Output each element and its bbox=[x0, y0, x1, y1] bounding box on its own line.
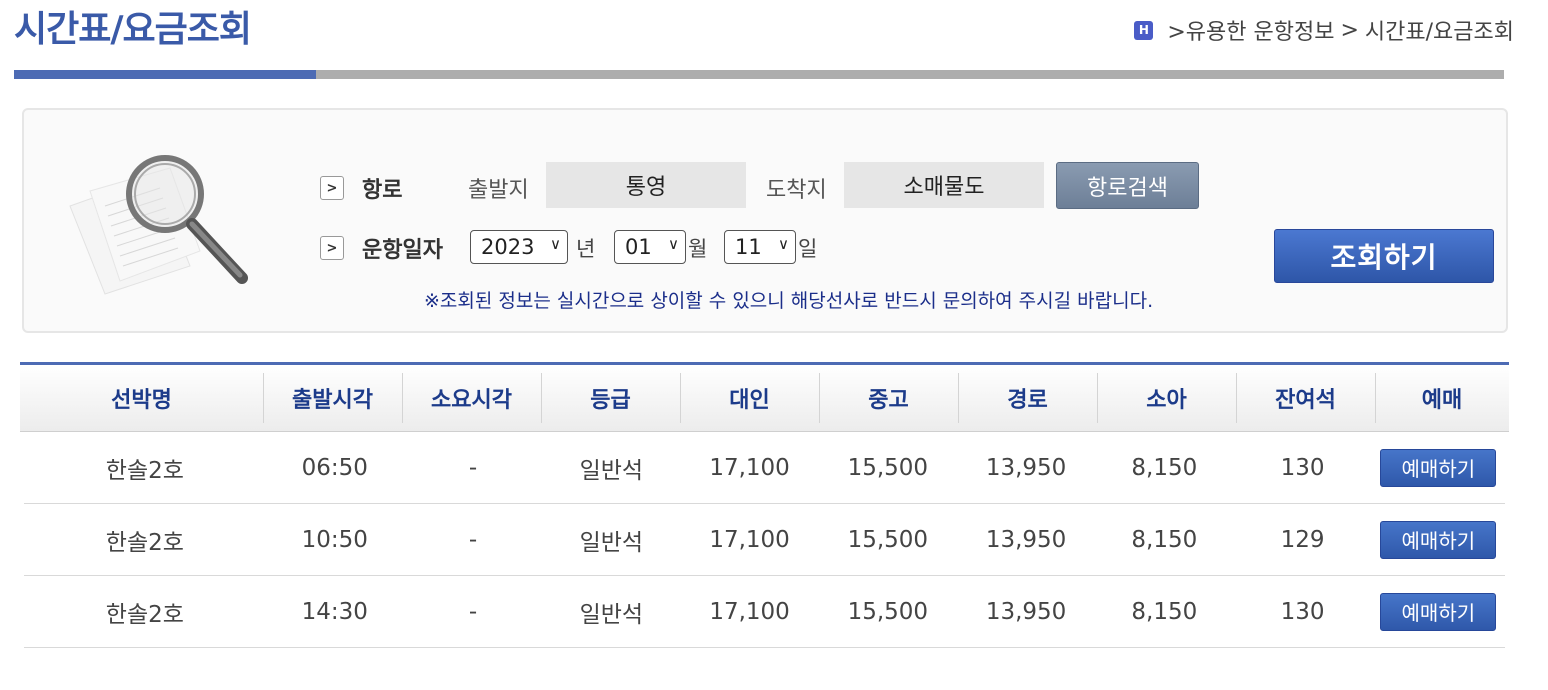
breadcrumb-item-info[interactable]: >유용한 운항정보 bbox=[1167, 14, 1334, 46]
month-select[interactable]: 01 ∨ bbox=[614, 230, 686, 264]
header-ship-name: 선박명 bbox=[111, 388, 172, 413]
date-label: 운항일자 bbox=[362, 238, 443, 263]
arrival-field[interactable]: 소매물도 bbox=[844, 162, 1044, 208]
departure-field[interactable]: 통영 bbox=[546, 162, 746, 208]
book-button[interactable]: 예매하기 bbox=[1380, 592, 1497, 631]
day-value: 11 bbox=[735, 235, 762, 259]
arrival-label: 도착지 bbox=[766, 178, 827, 203]
departure-label: 출발지 bbox=[468, 178, 529, 203]
cell-booking: 예매하기 bbox=[1372, 576, 1505, 647]
cell-booking: 예매하기 bbox=[1372, 504, 1505, 575]
cell-duration: - bbox=[468, 526, 478, 553]
cell-ship-name: 한솔2호 bbox=[105, 601, 184, 628]
header-youth: 중고 bbox=[819, 365, 958, 431]
book-button[interactable]: 예매하기 bbox=[1380, 448, 1497, 487]
notice-text: ※조회된 정보는 실시간으로 상이할 수 있으니 해당선사로 반드시 문의하여 … bbox=[424, 290, 1154, 312]
cell-duration: - bbox=[468, 454, 478, 481]
header-duration: 소요시각 bbox=[402, 365, 541, 431]
year-value: 2023 bbox=[481, 235, 535, 259]
cell-youth: 15,500 bbox=[847, 526, 929, 553]
query-button[interactable]: 조회하기 bbox=[1274, 229, 1494, 283]
page-title: 시간표/요금조회 bbox=[14, 9, 252, 50]
cell-adult: 17,100 bbox=[709, 598, 790, 625]
cell-youth: 15,500 bbox=[847, 454, 929, 481]
chevron-down-icon: ∨ bbox=[778, 235, 789, 253]
breadcrumb: H >유용한 운항정보 > 시간표/요금조회 bbox=[1134, 14, 1514, 46]
title-underline-accent bbox=[14, 70, 316, 79]
cell-class: 일반석 bbox=[579, 457, 644, 484]
cell-ship-name: 한솔2호 bbox=[105, 457, 184, 484]
cell-class: 일반석 bbox=[579, 601, 644, 628]
chevron-right-icon: > bbox=[320, 176, 344, 200]
cell-seats-left: 129 bbox=[1280, 526, 1325, 553]
book-button[interactable]: 예매하기 bbox=[1380, 520, 1497, 559]
cell-senior: 13,950 bbox=[985, 598, 1067, 625]
header-booking: 예매 bbox=[1375, 365, 1509, 431]
cell-child: 8,150 bbox=[1131, 454, 1198, 481]
cell-senior: 13,950 bbox=[985, 526, 1067, 553]
cell-adult: 17,100 bbox=[709, 526, 790, 553]
day-unit: 일 bbox=[798, 237, 818, 261]
day-select[interactable]: 11 ∨ bbox=[724, 230, 796, 264]
cell-duration: - bbox=[468, 598, 478, 625]
month-unit: 월 bbox=[688, 237, 708, 261]
cell-seats-left: 130 bbox=[1280, 454, 1325, 481]
cell-ship-name: 한솔2호 bbox=[105, 529, 184, 556]
home-icon[interactable]: H bbox=[1134, 20, 1154, 40]
month-value: 01 bbox=[625, 235, 652, 259]
breadcrumb-separator: > bbox=[1340, 17, 1359, 43]
header-senior: 경로 bbox=[958, 365, 1097, 431]
cell-child: 8,150 bbox=[1131, 598, 1198, 625]
cell-seats-left: 130 bbox=[1280, 598, 1325, 625]
table-header: 선박명 출발시각 소요시각 등급 대인 중고 경로 소아 잔여석 예매 bbox=[20, 362, 1509, 432]
title-underline bbox=[14, 70, 1504, 79]
route-label: 항로 bbox=[362, 178, 403, 203]
route-row-label: > 항로 bbox=[320, 172, 402, 204]
cell-senior: 13,950 bbox=[985, 454, 1067, 481]
cell-booking: 예매하기 bbox=[1372, 432, 1505, 503]
year-select[interactable]: 2023 ∨ bbox=[470, 230, 568, 264]
header-adult: 대인 bbox=[680, 365, 819, 431]
table-row: 한솔2호 06:50 - 일반석 17,100 15,500 13,950 8,… bbox=[24, 432, 1505, 504]
cell-departure-time: 06:50 bbox=[301, 454, 368, 481]
chevron-down-icon: ∨ bbox=[550, 235, 561, 253]
search-panel: > 항로 출발지 통영 도착지 소매물도 항로검색 > 운항일자 2023 ∨ … bbox=[22, 108, 1508, 333]
cell-youth: 15,500 bbox=[847, 598, 929, 625]
chevron-right-icon: > bbox=[320, 236, 344, 260]
table-row: 한솔2호 14:30 - 일반석 17,100 15,500 13,950 8,… bbox=[24, 576, 1505, 648]
cell-child: 8,150 bbox=[1131, 526, 1198, 553]
cell-adult: 17,100 bbox=[709, 454, 790, 481]
table-row: 한솔2호 10:50 - 일반석 17,100 15,500 13,950 8,… bbox=[24, 504, 1505, 576]
header-departure-time: 출발시각 bbox=[263, 365, 402, 431]
header-class: 등급 bbox=[541, 365, 680, 431]
date-row-label: > 운항일자 bbox=[320, 232, 443, 264]
chevron-down-icon: ∨ bbox=[668, 235, 679, 253]
breadcrumb-item-current[interactable]: 시간표/요금조회 bbox=[1365, 14, 1514, 46]
magnifier-document-icon bbox=[69, 155, 248, 295]
header-child: 소아 bbox=[1097, 365, 1236, 431]
cell-departure-time: 10:50 bbox=[301, 526, 368, 553]
header-seats-left: 잔여석 bbox=[1236, 365, 1375, 431]
year-unit: 년 bbox=[576, 237, 596, 261]
cell-departure-time: 14:30 bbox=[301, 598, 368, 625]
schedule-table: 선박명 출발시각 소요시각 등급 대인 중고 경로 소아 잔여석 예매 한솔2호… bbox=[20, 362, 1509, 648]
cell-class: 일반석 bbox=[579, 529, 644, 556]
route-search-button[interactable]: 항로검색 bbox=[1056, 162, 1199, 209]
